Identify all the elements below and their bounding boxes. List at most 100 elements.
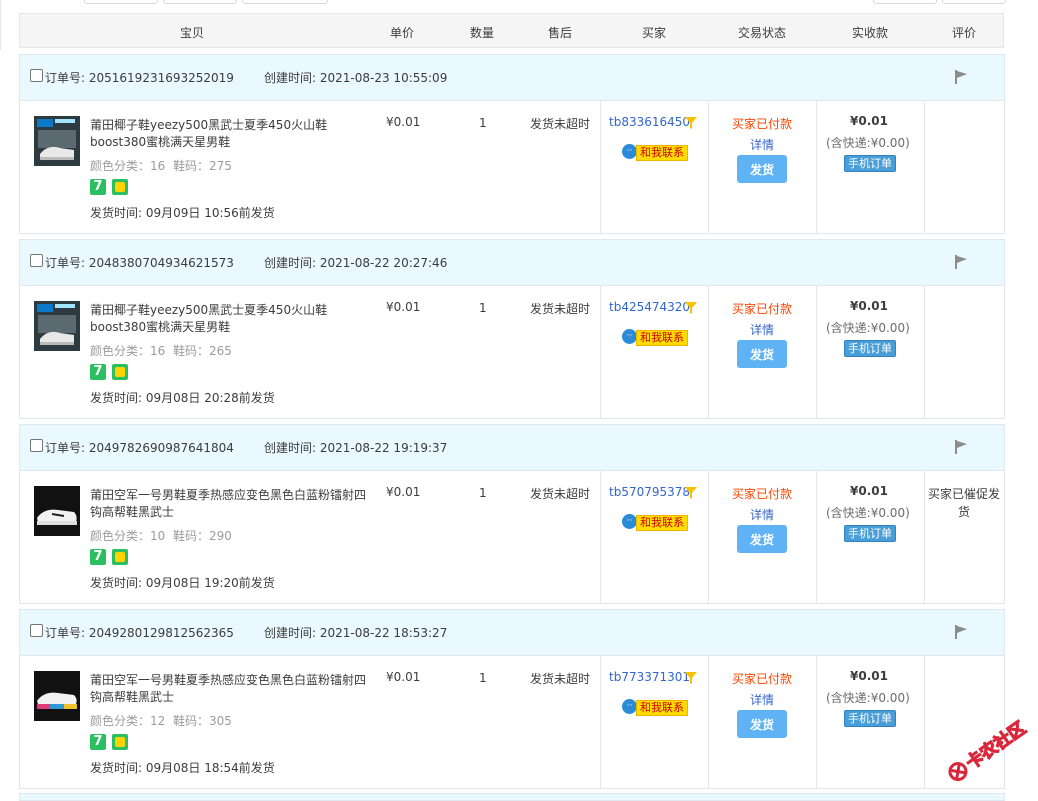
unit-price: ¥0.01 bbox=[386, 115, 421, 129]
mobile-order-badge: 手机订单 bbox=[844, 525, 896, 542]
product-thumbnail[interactable] bbox=[34, 116, 80, 166]
order-created-time: 创建时间: 2021-08-22 20:27:46 bbox=[264, 256, 448, 270]
received-amount: ¥0.01 bbox=[850, 484, 888, 498]
service-badges: 7 bbox=[90, 734, 134, 750]
flag-icon[interactable] bbox=[953, 624, 969, 640]
ship-button[interactable]: 发货 bbox=[737, 710, 787, 738]
col-buyer: 买家 bbox=[642, 26, 667, 40]
divider bbox=[600, 655, 601, 788]
top-button-2[interactable] bbox=[163, 0, 237, 4]
top-button-4[interactable] bbox=[873, 0, 937, 4]
shipping-fee: (含快递:¥0.00) bbox=[826, 506, 910, 520]
chat-icon: ·· bbox=[622, 329, 637, 344]
divider bbox=[816, 655, 817, 788]
unit-price: ¥0.01 bbox=[386, 300, 421, 314]
detail-link[interactable]: 详情 bbox=[750, 506, 774, 523]
shipping-fee: (含快递:¥0.00) bbox=[826, 136, 910, 150]
buyer-name-link[interactable]: tb570795378 bbox=[609, 485, 690, 499]
buyer-name-link[interactable]: tb773371301 bbox=[609, 670, 690, 684]
order-number: 订单号: 2048380704934621573 bbox=[45, 256, 234, 270]
filter-icon[interactable] bbox=[685, 487, 697, 499]
divider bbox=[708, 285, 709, 418]
divider bbox=[924, 100, 925, 233]
chat-icon: ·· bbox=[622, 144, 637, 159]
product-thumbnail[interactable] bbox=[34, 671, 80, 721]
order-number: 订单号: 2049280129812562365 bbox=[45, 626, 234, 640]
divider bbox=[924, 285, 925, 418]
order-checkbox[interactable] bbox=[30, 254, 43, 267]
order-checkbox[interactable] bbox=[30, 439, 43, 452]
col-qty: 数量 bbox=[470, 26, 495, 40]
received-amount: ¥0.01 bbox=[850, 299, 888, 313]
service-guarantee-icon[interactable] bbox=[112, 734, 128, 750]
col-price: 单价 bbox=[390, 26, 415, 40]
ship-deadline: 发货时间: 09月09日 10:56前发货 bbox=[90, 206, 275, 220]
ship-deadline: 发货时间: 09月08日 20:28前发货 bbox=[90, 391, 275, 405]
ship-button[interactable]: 发货 bbox=[737, 340, 787, 368]
table-header: 宝贝 单价 数量 售后 买家 交易状态 实收款 评价 bbox=[19, 13, 1004, 48]
buyer-name-link[interactable]: tb425474320 bbox=[609, 300, 690, 314]
detail-link[interactable]: 详情 bbox=[750, 691, 774, 708]
service-guarantee-icon[interactable] bbox=[112, 364, 128, 380]
divider bbox=[816, 285, 817, 418]
divider bbox=[600, 100, 601, 233]
contact-label: 和我联系 bbox=[636, 700, 688, 716]
mobile-order-badge: 手机订单 bbox=[844, 155, 896, 172]
seven-day-return-icon[interactable]: 7 bbox=[90, 734, 106, 750]
service-guarantee-icon[interactable] bbox=[112, 549, 128, 565]
after-sale-status: 发货未超时 bbox=[530, 302, 591, 316]
ship-button[interactable]: 发货 bbox=[737, 155, 787, 183]
received-amount: ¥0.01 bbox=[850, 114, 888, 128]
top-button-1[interactable] bbox=[84, 0, 158, 4]
shipping-fee: (含快递:¥0.00) bbox=[826, 691, 910, 705]
ship-deadline: 发货时间: 09月08日 19:20前发货 bbox=[90, 576, 275, 590]
order-checkbox[interactable] bbox=[30, 624, 43, 637]
quantity: 1 bbox=[479, 116, 487, 130]
divider bbox=[816, 100, 817, 233]
order-card: 订单号: 2048380704934621573 创建时间: 2021-08-22… bbox=[19, 239, 1005, 419]
service-badges: 7 bbox=[90, 549, 134, 565]
divider bbox=[600, 285, 601, 418]
col-after-sale: 售后 bbox=[548, 26, 573, 40]
product-attributes: 颜色分类：16 鞋码：275 bbox=[90, 159, 232, 173]
detail-link[interactable]: 详情 bbox=[750, 136, 774, 153]
chat-icon: ·· bbox=[622, 699, 637, 714]
top-button-3[interactable] bbox=[242, 0, 328, 4]
chat-icon: ·· bbox=[622, 514, 637, 529]
seven-day-return-icon[interactable]: 7 bbox=[90, 179, 106, 195]
buyer-name-link[interactable]: tb833616450 bbox=[609, 115, 690, 129]
product-title[interactable]: 莆田空军一号男鞋夏季热感应变色黑色白蓝粉镭射四钩高帮鞋黑武士 bbox=[90, 487, 375, 521]
product-attributes: 颜色分类：10 鞋码：290 bbox=[90, 529, 232, 543]
flag-icon[interactable] bbox=[953, 254, 969, 270]
shipping-fee: (含快递:¥0.00) bbox=[826, 321, 910, 335]
service-guarantee-icon[interactable] bbox=[112, 179, 128, 195]
order-created-time: 创建时间: 2021-08-22 19:19:37 bbox=[264, 441, 448, 455]
product-attributes: 颜色分类：16 鞋码：265 bbox=[90, 344, 232, 358]
order-checkbox[interactable] bbox=[30, 69, 43, 82]
service-badges: 7 bbox=[90, 179, 134, 195]
filter-icon[interactable] bbox=[685, 117, 697, 129]
product-title[interactable]: 莆田椰子鞋yeezy500黑武士夏季450火山鞋boost380蜜桃满天星男鞋 bbox=[90, 117, 375, 151]
product-title[interactable]: 莆田椰子鞋yeezy500黑武士夏季450火山鞋boost380蜜桃满天星男鞋 bbox=[90, 302, 375, 336]
received-amount: ¥0.01 bbox=[850, 669, 888, 683]
product-title[interactable]: 莆田空军一号男鞋夏季热感应变色黑色白蓝粉镭射四钩高帮鞋黑武士 bbox=[90, 672, 375, 706]
contact-label: 和我联系 bbox=[636, 330, 688, 346]
detail-link[interactable]: 详情 bbox=[750, 321, 774, 338]
product-thumbnail[interactable] bbox=[34, 486, 80, 536]
order-body: 莆田椰子鞋yeezy500黑武士夏季450火山鞋boost380蜜桃满天星男鞋颜… bbox=[20, 100, 1004, 233]
order-body: 莆田空军一号男鞋夏季热感应变色黑色白蓝粉镭射四钩高帮鞋黑武士颜色分类：12 鞋码… bbox=[20, 655, 1004, 788]
flag-icon[interactable] bbox=[953, 439, 969, 455]
top-button-5[interactable] bbox=[942, 0, 1006, 4]
product-thumbnail[interactable] bbox=[34, 301, 80, 351]
order-card: 订单号: 2049280129812562365 创建时间: 2021-08-22… bbox=[19, 609, 1005, 789]
product-attributes: 颜色分类：12 鞋码：305 bbox=[90, 714, 232, 728]
seven-day-return-icon[interactable]: 7 bbox=[90, 549, 106, 565]
flag-icon[interactable] bbox=[953, 69, 969, 85]
ship-button[interactable]: 发货 bbox=[737, 525, 787, 553]
divider bbox=[708, 655, 709, 788]
filter-icon[interactable] bbox=[685, 302, 697, 314]
seven-day-return-icon[interactable]: 7 bbox=[90, 364, 106, 380]
filter-icon[interactable] bbox=[685, 672, 697, 684]
order-card: 订单号: 2051619231693252019 创建时间: 2021-08-23… bbox=[19, 54, 1005, 234]
ship-deadline: 发货时间: 09月08日 18:54前发货 bbox=[90, 761, 275, 775]
